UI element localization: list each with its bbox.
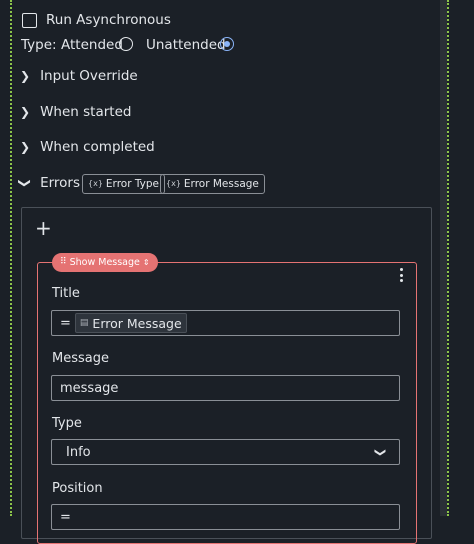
message-label: Message [52, 351, 109, 366]
attended-label: Attended [61, 37, 123, 53]
unattended-label: Unattended [146, 37, 226, 53]
show-message-badge[interactable]: ⠿ Show Message ⇕ [52, 253, 158, 272]
left-drop-edge [10, 0, 12, 516]
section-when-started[interactable]: ❯ When started [20, 104, 131, 120]
chip-label: Error Type [105, 178, 159, 190]
error-message-token[interactable]: ▤ Error Message [74, 313, 187, 333]
token-icon: ▤ [79, 318, 89, 328]
chip-label: Error Message [183, 178, 259, 190]
badge-label: Show Message [69, 257, 140, 268]
variable-icon: {x} [88, 179, 103, 188]
position-label: Position [52, 481, 103, 496]
drag-handle-icon: ⠿ [60, 257, 67, 267]
type-select-value: Info [66, 444, 91, 460]
attended-radio[interactable] [119, 37, 133, 51]
variable-icon: {x} [166, 179, 181, 188]
section-label: Errors [40, 175, 81, 191]
position-field[interactable]: = [51, 504, 400, 530]
chevron-right-icon: ❯ [20, 140, 31, 154]
section-when-completed[interactable]: ❯ When completed [20, 139, 155, 155]
add-activity-button[interactable]: + [35, 216, 52, 240]
chevron-right-icon: ❯ [20, 105, 31, 119]
show-message-card[interactable] [37, 262, 417, 544]
message-field[interactable]: message [51, 375, 400, 401]
title-field[interactable]: = ▤ Error Message [51, 310, 400, 336]
type-label: Type: [21, 37, 57, 53]
error-message-chip[interactable]: {x} Error Message [160, 174, 265, 194]
chevron-down-icon: ❯ [18, 177, 33, 189]
section-label: When completed [40, 139, 155, 155]
type-field-label: Type [52, 416, 82, 431]
unattended-radio[interactable] [220, 37, 234, 51]
right-scroll-bar[interactable] [440, 0, 447, 516]
section-input-override[interactable]: ❯ Input Override [20, 68, 138, 84]
error-type-chip[interactable]: {x} Error Type [82, 174, 165, 194]
section-label: Input Override [40, 68, 138, 84]
title-label: Title [52, 286, 80, 301]
section-label: When started [40, 104, 132, 120]
kebab-menu-icon[interactable] [400, 268, 404, 282]
type-select[interactable]: Info ❯ [51, 439, 400, 465]
run-async-checkbox[interactable] [22, 13, 37, 28]
section-errors[interactable]: ❯ Errors [18, 175, 81, 191]
token-label: Error Message [92, 315, 182, 331]
chevron-right-icon: ❯ [20, 69, 31, 83]
sort-icon: ⇕ [142, 258, 150, 267]
right-drop-edge [447, 0, 449, 516]
run-async-label: Run Asynchronous [46, 12, 171, 28]
chevron-down-icon: ❯ [373, 447, 387, 457]
expression-prefix: = [60, 315, 71, 331]
